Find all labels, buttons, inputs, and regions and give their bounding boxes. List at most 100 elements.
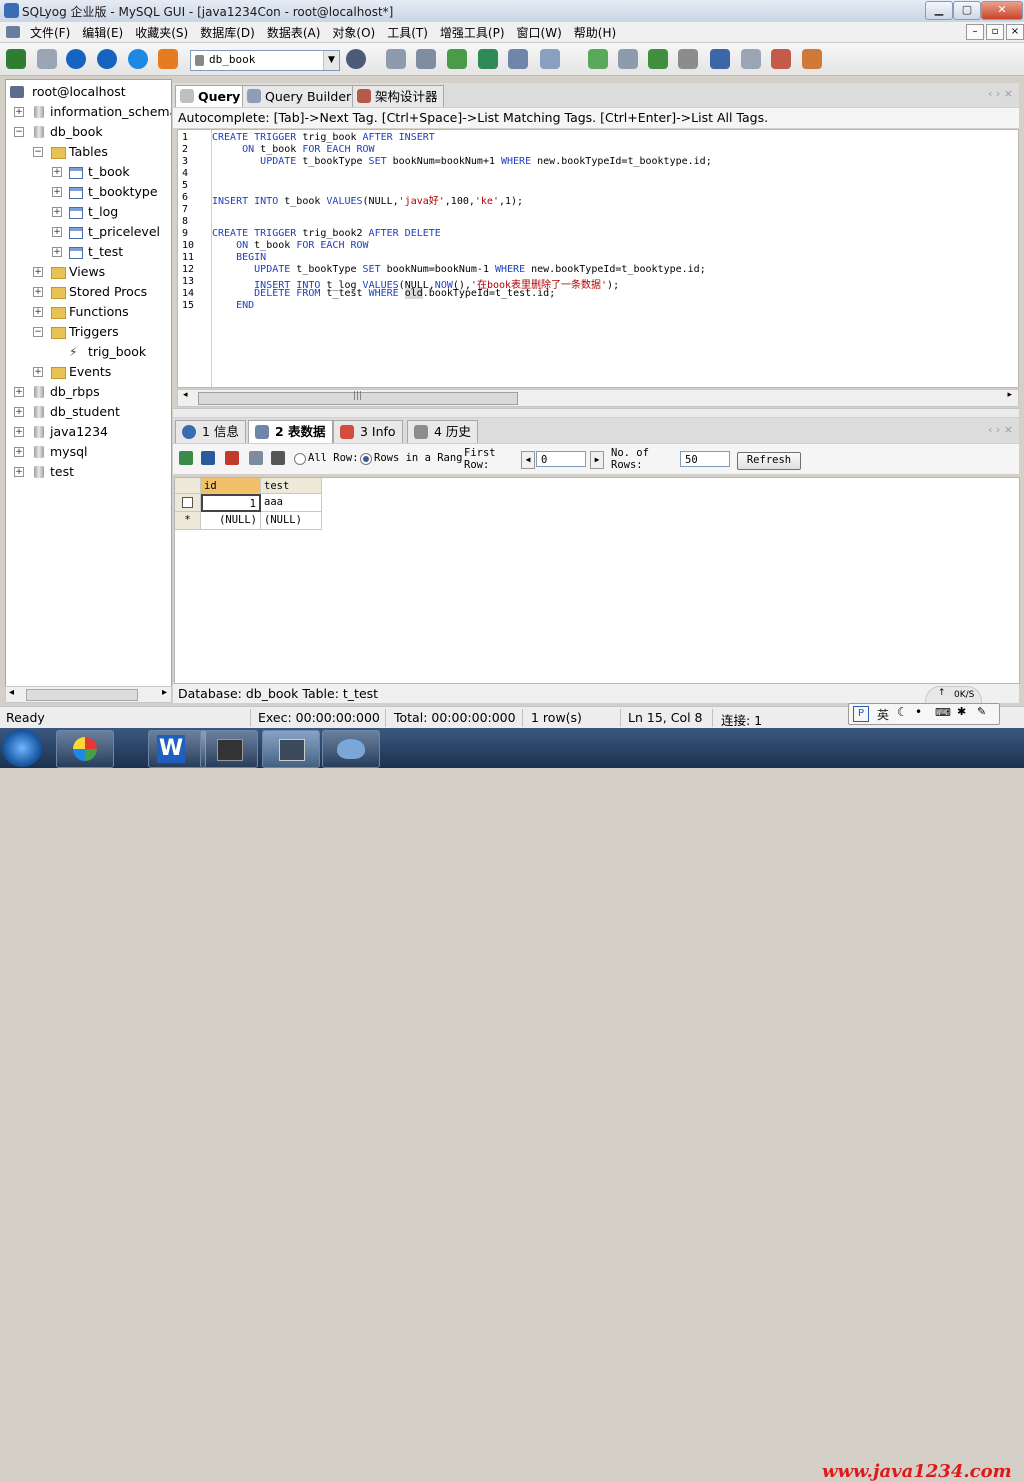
tab-table-data[interactable]: 2 表数据: [248, 420, 333, 443]
menu-file[interactable]: 文件(F): [24, 22, 76, 43]
expand-icon[interactable]: +: [14, 447, 24, 457]
code-line[interactable]: ON t_book FOR EACH ROW: [211, 240, 368, 251]
export-icon[interactable]: [478, 49, 498, 69]
filter-icon[interactable]: [271, 451, 285, 465]
tab-history[interactable]: 4 历史: [407, 420, 478, 443]
import-icon[interactable]: [447, 49, 467, 69]
scroll-right-icon[interactable]: ▸: [162, 687, 167, 698]
code-line[interactable]: END: [211, 300, 254, 311]
execute-query-icon[interactable]: [66, 49, 86, 69]
table-cell[interactable]: (NULL): [261, 512, 322, 530]
notification-icon[interactable]: [710, 49, 730, 69]
close-button[interactable]: ✕: [981, 1, 1023, 20]
no-of-rows-input[interactable]: 50: [680, 451, 730, 467]
insert-row-icon[interactable]: [179, 451, 193, 465]
backup-icon[interactable]: [386, 49, 406, 69]
restore-icon[interactable]: [416, 49, 436, 69]
taskbar-terminal-icon[interactable]: [200, 730, 258, 768]
minimize-button[interactable]: ▁: [925, 1, 953, 20]
keyboard-icon[interactable]: ⌨: [935, 706, 951, 719]
code-line[interactable]: BEGIN: [211, 252, 266, 263]
expand-icon[interactable]: +: [52, 247, 62, 257]
menu-edit[interactable]: 编辑(E): [76, 22, 129, 43]
expand-icon[interactable]: +: [14, 387, 24, 397]
prev-page-icon[interactable]: ◀: [521, 451, 535, 469]
expand-icon[interactable]: +: [14, 427, 24, 437]
taskbar-colorful-app-icon[interactable]: [56, 730, 114, 768]
sql-editor[interactable]: 1 2 3 4 5 6 7 8 9 10 11 12 13 14 15 CREATE TRIGGER tri…: [177, 129, 1019, 388]
taskbar-sqlyog-icon[interactable]: [262, 730, 320, 768]
start-button[interactable]: [2, 729, 42, 767]
code-line[interactable]: UPDATE t_bookType SET bookNum=bookNum+1 …: [211, 156, 712, 167]
user-manager-icon[interactable]: [346, 49, 366, 69]
chevron-down-icon[interactable]: ▼: [323, 51, 339, 70]
punctuation-icon[interactable]: •: [915, 705, 922, 719]
migration-icon[interactable]: [648, 49, 668, 69]
database-select[interactable]: db_book ▼: [190, 50, 340, 71]
code-line[interactable]: CREATE TRIGGER trig_book2 AFTER DELETE: [211, 228, 441, 239]
expand-icon[interactable]: +: [14, 467, 24, 477]
sync-icon[interactable]: [588, 49, 608, 69]
expand-icon[interactable]: +: [14, 107, 24, 117]
menu-powertools[interactable]: 增强工具(P): [434, 22, 511, 43]
menu-object[interactable]: 对象(O): [326, 22, 381, 43]
scrollbar-thumb[interactable]: [26, 689, 138, 701]
expand-icon[interactable]: +: [33, 367, 43, 377]
mdi-restore-button[interactable]: ▫: [986, 24, 1004, 40]
tab-query-builder[interactable]: Query Builder: [242, 85, 358, 107]
editor-horizontal-scrollbar[interactable]: ◂ ||| ▸: [177, 389, 1019, 407]
settings-icon[interactable]: ✱: [957, 705, 966, 718]
maximize-button[interactable]: ▢: [953, 1, 981, 20]
menu-tools[interactable]: 工具(T): [381, 22, 434, 43]
expand-icon[interactable]: +: [33, 307, 43, 317]
table-cell[interactable]: 1: [201, 494, 261, 512]
save-icon[interactable]: [201, 451, 215, 465]
expand-icon[interactable]: +: [52, 187, 62, 197]
schema-designer-icon[interactable]: [771, 49, 791, 69]
code-line[interactable]: UPDATE t_bookType SET bookNum=bookNum-1 …: [211, 264, 706, 275]
tab-info[interactable]: 3 Info: [333, 420, 403, 443]
wrench-icon[interactable]: ✎: [977, 705, 986, 718]
query-builder-icon[interactable]: [741, 49, 761, 69]
table-data-icon[interactable]: [508, 49, 528, 69]
tab-schema-designer[interactable]: 架构设计器: [352, 85, 444, 107]
tab-scroll-arrows[interactable]: ‹ › ×: [988, 87, 1013, 100]
column-header-id[interactable]: id: [201, 478, 261, 494]
expand-icon[interactable]: +: [14, 407, 24, 417]
all-rows-radio[interactable]: [294, 453, 306, 465]
column-header-test[interactable]: test: [261, 478, 322, 494]
expand-icon[interactable]: +: [52, 207, 62, 217]
pane-splitter[interactable]: [173, 408, 1019, 417]
refresh-button[interactable]: Refresh: [737, 452, 801, 470]
row-select-checkbox[interactable]: [175, 494, 201, 512]
taskbar-dolphin-icon[interactable]: [322, 730, 380, 768]
ime-language[interactable]: 英: [877, 706, 889, 723]
moon-icon[interactable]: ☾: [897, 705, 908, 719]
code-line[interactable]: DELETE FROM t_test WHERE old.bookTypeId=…: [211, 288, 555, 299]
table-cell[interactable]: aaa: [261, 494, 322, 512]
tab-scroll-arrows[interactable]: ‹ › ×: [988, 423, 1013, 436]
menu-window[interactable]: 窗口(W): [511, 22, 568, 43]
expand-icon[interactable]: +: [52, 227, 62, 237]
profiler-icon[interactable]: [802, 49, 822, 69]
refresh-icon[interactable]: [158, 49, 178, 69]
menu-table[interactable]: 数据表(A): [261, 22, 327, 43]
code-line[interactable]: INSERT INTO t_book VALUES(NULL,'java好',1…: [211, 192, 523, 207]
expand-icon[interactable]: +: [33, 287, 43, 297]
expand-icon[interactable]: +: [52, 167, 62, 177]
mdi-minimize-button[interactable]: –: [966, 24, 984, 40]
taskbar-wps-writer-icon[interactable]: W: [148, 730, 206, 768]
new-query-icon[interactable]: [37, 49, 57, 69]
tab-messages[interactable]: 1 信息: [175, 420, 246, 443]
cancel-changes-icon[interactable]: [249, 451, 263, 465]
tree-horizontal-scrollbar[interactable]: ◂ ▸: [5, 686, 172, 703]
scroll-left-icon[interactable]: ◂: [9, 687, 14, 698]
menu-database[interactable]: 数据库(D): [194, 22, 261, 43]
collapse-icon[interactable]: −: [14, 127, 24, 137]
menu-favorites[interactable]: 收藏夹(S): [129, 22, 194, 43]
next-page-icon[interactable]: ▶: [590, 451, 604, 469]
code-line[interactable]: ON t_book FOR EACH ROW: [211, 144, 374, 155]
ime-toolbar[interactable]: P 英 ☾ • ⌨ ✱ ✎: [848, 703, 1000, 725]
new-connection-icon[interactable]: [6, 49, 26, 69]
first-row-input[interactable]: 0: [536, 451, 586, 467]
